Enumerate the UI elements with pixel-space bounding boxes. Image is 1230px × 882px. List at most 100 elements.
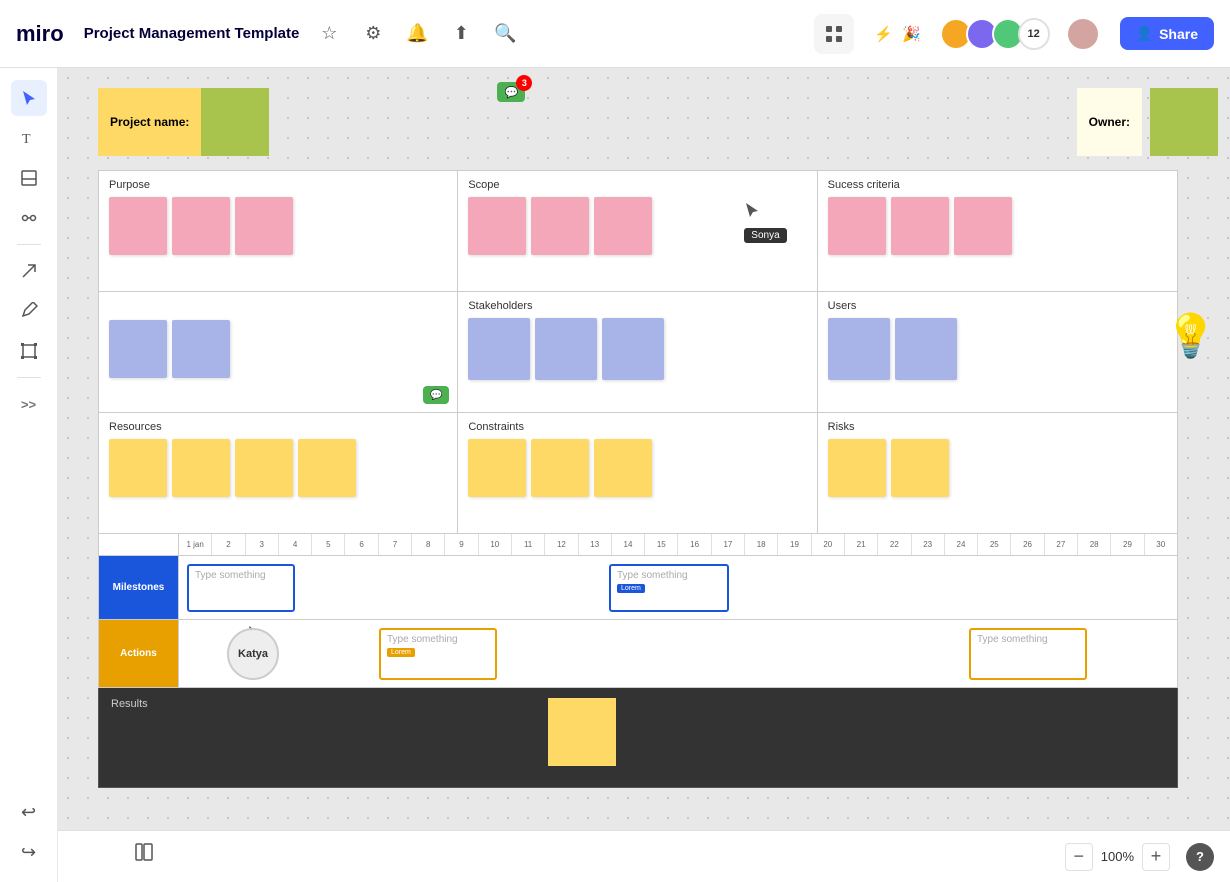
board-title[interactable]: Project Management Template: [84, 25, 300, 42]
presentation-icon[interactable]: 🎉: [898, 20, 926, 48]
sticky[interactable]: [828, 439, 886, 497]
frame-tool[interactable]: [11, 333, 47, 369]
arrow-tool[interactable]: [11, 253, 47, 289]
users-stickies: [828, 318, 1167, 380]
sticky[interactable]: [109, 320, 167, 378]
lorem-badge-2: Lorem: [387, 648, 415, 657]
zoom-out-button[interactable]: −: [1065, 843, 1093, 871]
actions-label-cell: Actions: [99, 620, 179, 687]
resources-cell: Resources: [99, 413, 458, 533]
date-cell: 26: [1011, 534, 1044, 555]
action-input-1[interactable]: Type something Lorem: [379, 628, 497, 680]
sticky[interactable]: [891, 439, 949, 497]
sticky[interactable]: [531, 197, 589, 255]
stakeholders-cell: Stakeholders: [458, 292, 817, 412]
panel-toggle-button[interactable]: [126, 834, 162, 870]
grid-row-3: Resources Constraints: [99, 413, 1177, 533]
project-name-sticky: [201, 88, 269, 156]
scope-cell: Scope Sonya: [458, 171, 817, 291]
date-cell: 24: [945, 534, 978, 555]
sticky-tool[interactable]: [11, 160, 47, 196]
search-icon[interactable]: 🔍: [491, 20, 519, 48]
sticky[interactable]: [109, 197, 167, 255]
filter-icon[interactable]: ⚡: [870, 20, 898, 48]
sticky[interactable]: [468, 318, 530, 380]
sticky[interactable]: [235, 439, 293, 497]
sticky[interactable]: [828, 318, 890, 380]
date-cell: 28: [1078, 534, 1111, 555]
constraints-stickies: [468, 439, 806, 497]
sticky[interactable]: [172, 439, 230, 497]
empty-cell: 💬: [99, 292, 458, 412]
date-cell: 18: [745, 534, 778, 555]
sticky[interactable]: [954, 197, 1012, 255]
stakeholders-label: Stakeholders: [468, 300, 806, 312]
timeline-label-spacer: [99, 534, 179, 555]
date-cell: 5: [312, 534, 345, 555]
milestones-row: Milestones Type something Type something…: [98, 556, 1178, 620]
resources-stickies: [109, 439, 447, 497]
actions-content: Katya Type something Lorem Type somethin…: [179, 620, 1177, 687]
redo-button[interactable]: ↪: [11, 834, 47, 870]
share-button[interactable]: 👤 Share: [1120, 17, 1214, 50]
owner-section: Owner:: [1077, 88, 1218, 156]
notifications-icon[interactable]: 🔔: [403, 20, 431, 48]
sticky[interactable]: [535, 318, 597, 380]
sticky[interactable]: [468, 197, 526, 255]
date-cell: 23: [912, 534, 945, 555]
text-tool[interactable]: T: [11, 120, 47, 156]
risks-stickies: [828, 439, 1167, 497]
constraints-cell: Constraints: [458, 413, 817, 533]
sticky[interactable]: [235, 197, 293, 255]
undo-button[interactable]: ↩: [11, 794, 47, 830]
lorem-badge-1: Lorem: [617, 584, 645, 593]
sticky[interactable]: [594, 197, 652, 255]
chat-icon-2[interactable]: 💬: [423, 386, 449, 404]
milestone-input-1[interactable]: Type something: [187, 564, 295, 612]
zoom-level: 100%: [1101, 849, 1134, 864]
lightbulb-icon: 💡: [1165, 312, 1217, 361]
connect-tool[interactable]: [11, 200, 47, 236]
results-row: Results: [98, 688, 1178, 788]
help-button[interactable]: ?: [1186, 843, 1214, 871]
star-icon[interactable]: ☆: [315, 20, 343, 48]
main-grid: Purpose Scope: [98, 170, 1178, 534]
settings-icon[interactable]: ⚙: [359, 20, 387, 48]
sticky[interactable]: [172, 197, 230, 255]
resources-label: Resources: [109, 421, 447, 433]
export-icon[interactable]: ⬆: [447, 20, 475, 48]
canvas[interactable]: Project name: 💬 3 Owner:: [58, 68, 1230, 882]
results-sticky[interactable]: [548, 698, 616, 766]
milestone-input-2[interactable]: Type something Lorem: [609, 564, 729, 612]
sticky[interactable]: [602, 318, 664, 380]
sticky[interactable]: [891, 197, 949, 255]
project-name-label: Project name:: [98, 88, 201, 156]
sticky[interactable]: [895, 318, 957, 380]
date-cell: 21: [845, 534, 878, 555]
sticky[interactable]: [298, 439, 356, 497]
chat-badge: 3: [516, 75, 532, 91]
katya-avatar: Katya: [227, 628, 279, 680]
action-input-2[interactable]: Type something: [969, 628, 1087, 680]
chat-icon-1[interactable]: 💬 3: [497, 82, 525, 102]
avatar-count: 12: [1018, 18, 1050, 50]
sticky[interactable]: [172, 320, 230, 378]
header-icons: ☆ ⚙ 🔔 ⬆ 🔍: [315, 20, 519, 48]
apps-button[interactable]: [814, 14, 854, 54]
sticky[interactable]: [109, 439, 167, 497]
sticky[interactable]: [468, 439, 526, 497]
milestones-label: Milestones: [109, 578, 169, 597]
pen-tool[interactable]: [11, 293, 47, 329]
date-cell: 19: [778, 534, 811, 555]
undo-redo-group: ↩ ↪: [11, 794, 47, 870]
zoom-in-button[interactable]: +: [1142, 843, 1170, 871]
grid-row-2: 💬 Stakeholders Users: [99, 292, 1177, 413]
sticky[interactable]: [531, 439, 589, 497]
more-tools[interactable]: >>: [11, 386, 47, 422]
sticky[interactable]: [594, 439, 652, 497]
share-label: Share: [1159, 26, 1198, 42]
date-cell: 1 jan: [179, 534, 212, 555]
sticky[interactable]: [828, 197, 886, 255]
select-tool[interactable]: [11, 80, 47, 116]
date-cell: 8: [412, 534, 445, 555]
